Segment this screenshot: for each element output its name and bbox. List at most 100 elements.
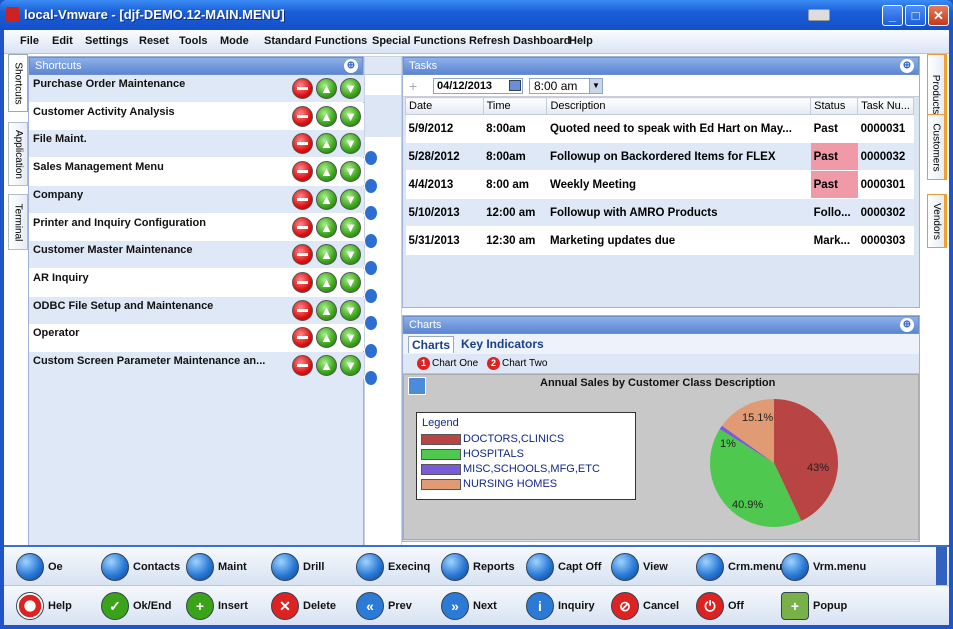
expand-icon[interactable] — [364, 287, 378, 304]
remove-icon[interactable] — [292, 188, 313, 210]
tab-application[interactable]: Application — [8, 122, 28, 186]
move-up-icon[interactable]: ▲ — [316, 355, 337, 376]
remove-icon[interactable] — [292, 327, 313, 349]
move-up-icon[interactable]: ▲ — [316, 161, 337, 183]
col-date[interactable]: Date — [405, 97, 484, 115]
table-row[interactable]: 4/4/2013 8:00 am Weekly Meeting Past 0000301 — [405, 170, 914, 199]
expand-icon[interactable] — [364, 150, 378, 166]
add-task-icon[interactable]: + — [409, 78, 417, 94]
move-up-icon[interactable]: ▲ — [316, 188, 337, 210]
move-up-icon[interactable]: ▲ — [316, 105, 337, 127]
chart-one-tab[interactable]: Chart One — [432, 358, 478, 369]
menu-mode[interactable]: Mode — [220, 35, 249, 47]
prev-button[interactable]: « Prev — [356, 589, 412, 623]
inquiry-button[interactable]: i Inquiry — [526, 589, 595, 623]
crm-menu-button[interactable]: Crm.menu — [696, 550, 782, 584]
menu-reset[interactable]: Reset — [139, 35, 169, 47]
popup-button[interactable]: + Popup — [781, 589, 847, 623]
time-input[interactable]: 8:00 am — [529, 78, 595, 94]
chart-two-tab[interactable]: Chart Two — [502, 358, 547, 369]
calendar-icon[interactable] — [509, 80, 521, 91]
table-row[interactable]: 5/31/2013 12:30 am Marketing updates due Ma… — [405, 226, 914, 255]
move-down-icon[interactable]: ▼ — [340, 216, 361, 238]
tab-vendors[interactable]: Vendors — [927, 194, 947, 248]
pin-icon[interactable]: ⊕ — [344, 59, 358, 73]
remove-icon[interactable] — [292, 78, 313, 99]
toolbar-scroll[interactable] — [936, 547, 947, 585]
remove-icon[interactable] — [292, 133, 313, 155]
expand-icon[interactable] — [364, 177, 378, 194]
move-up-icon[interactable]: ▲ — [316, 271, 337, 293]
remove-icon[interactable] — [292, 299, 313, 321]
move-down-icon[interactable]: ▼ — [340, 78, 361, 99]
time-dropdown-icon[interactable]: ▼ — [589, 78, 603, 94]
tab-key-indicators[interactable]: Key Indicators — [461, 337, 544, 351]
expand-icon[interactable] — [364, 260, 378, 276]
next-button[interactable]: » Next — [441, 589, 497, 623]
view-button[interactable]: View — [611, 550, 668, 584]
table-row[interactable]: 5/28/2012 8:00am Followup on Backordered I… — [405, 142, 914, 171]
move-up-icon[interactable]: ▲ — [316, 327, 337, 349]
move-down-icon[interactable]: ▼ — [340, 244, 361, 266]
tab-terminal[interactable]: Terminal — [8, 194, 28, 250]
vrm-menu-button[interactable]: Vrm.menu — [781, 550, 866, 584]
shortcut-item[interactable]: Custom Screen Parameter Maintenance an..… — [29, 352, 365, 379]
expand-icon[interactable] — [364, 232, 378, 249]
move-down-icon[interactable]: ▼ — [340, 161, 361, 183]
remove-icon[interactable] — [292, 216, 313, 238]
off-button[interactable]: ⏻ Off — [696, 589, 744, 623]
menu-file[interactable]: File — [20, 35, 39, 47]
shortcut-item[interactable]: Printer and Inquiry Configuration ▲ ▼ — [29, 213, 365, 241]
move-up-icon[interactable]: ▲ — [316, 244, 337, 266]
col-description[interactable]: Description — [546, 97, 812, 115]
menu-refresh-dashboard[interactable]: Refresh Dashboard — [469, 35, 570, 47]
shortcut-item[interactable]: File Maint. ▲ ▼ — [29, 130, 365, 158]
close-button[interactable]: ✕ — [928, 5, 949, 26]
remove-icon[interactable] — [292, 161, 313, 183]
move-down-icon[interactable]: ▼ — [340, 133, 361, 155]
shortcut-item[interactable]: AR Inquiry ▲ ▼ — [29, 268, 365, 296]
shortcut-item[interactable]: ODBC File Setup and Maintenance ▲ ▼ — [29, 296, 365, 324]
expand-icon[interactable] — [364, 370, 378, 386]
insert-button[interactable]: + Insert — [186, 589, 248, 623]
cancel-button[interactable]: ⊘ Cancel — [611, 589, 679, 623]
drill-button[interactable]: Drill — [271, 550, 324, 584]
move-up-icon[interactable]: ▲ — [316, 299, 337, 321]
shortcut-item[interactable]: Purchase Order Maintenance ▲ ▼ — [29, 75, 365, 102]
move-up-icon[interactable]: ▲ — [316, 133, 337, 155]
chart-settings-icon[interactable] — [408, 377, 426, 395]
tab-shortcuts[interactable]: Shortcuts — [8, 54, 28, 112]
maint-button[interactable]: Maint — [186, 550, 247, 584]
menu-tools[interactable]: Tools — [179, 35, 208, 47]
menu-edit[interactable]: Edit — [52, 35, 73, 47]
expand-icon[interactable] — [364, 342, 378, 359]
move-up-icon[interactable]: ▲ — [316, 78, 337, 99]
move-down-icon[interactable]: ▼ — [340, 105, 361, 127]
tab-charts[interactable]: Charts — [408, 336, 455, 353]
menu-settings[interactable]: Settings — [85, 35, 128, 47]
menu-standard-functions[interactable]: Standard Functions — [264, 35, 367, 47]
shortcut-item[interactable]: Customer Master Maintenance ▲ ▼ — [29, 241, 365, 269]
move-up-icon[interactable]: ▲ — [316, 216, 337, 238]
ok-end-button[interactable]: ✓ Ok/End — [101, 589, 172, 623]
minimize-button[interactable]: _ — [882, 5, 903, 26]
move-down-icon[interactable]: ▼ — [340, 355, 361, 376]
shortcut-item[interactable]: Company ▲ ▼ — [29, 185, 365, 213]
move-down-icon[interactable]: ▼ — [340, 188, 361, 210]
execinq-button[interactable]: Execinq — [356, 550, 430, 584]
col-task-number[interactable]: Task Nu... — [857, 97, 914, 115]
col-status[interactable]: Status — [810, 97, 859, 115]
col-time[interactable]: Time — [482, 97, 548, 115]
maximize-button[interactable]: □ — [905, 5, 926, 26]
contacts-button[interactable]: Contacts — [101, 550, 180, 584]
remove-icon[interactable] — [292, 271, 313, 293]
tab-customers[interactable]: Customers — [927, 114, 947, 180]
delete-button[interactable]: ✕ Delete — [271, 589, 336, 623]
pin-icon[interactable]: ⊕ — [900, 59, 914, 73]
app-icon[interactable] — [6, 7, 19, 22]
shortcut-item[interactable]: Customer Activity Analysis ▲ ▼ — [29, 102, 365, 130]
move-down-icon[interactable]: ▼ — [340, 299, 361, 321]
table-row[interactable]: 5/9/2012 8:00am Quoted need to speak with … — [405, 114, 914, 143]
remove-icon[interactable] — [292, 244, 313, 266]
shortcut-item[interactable]: Sales Management Menu ▲ ▼ — [29, 158, 365, 186]
